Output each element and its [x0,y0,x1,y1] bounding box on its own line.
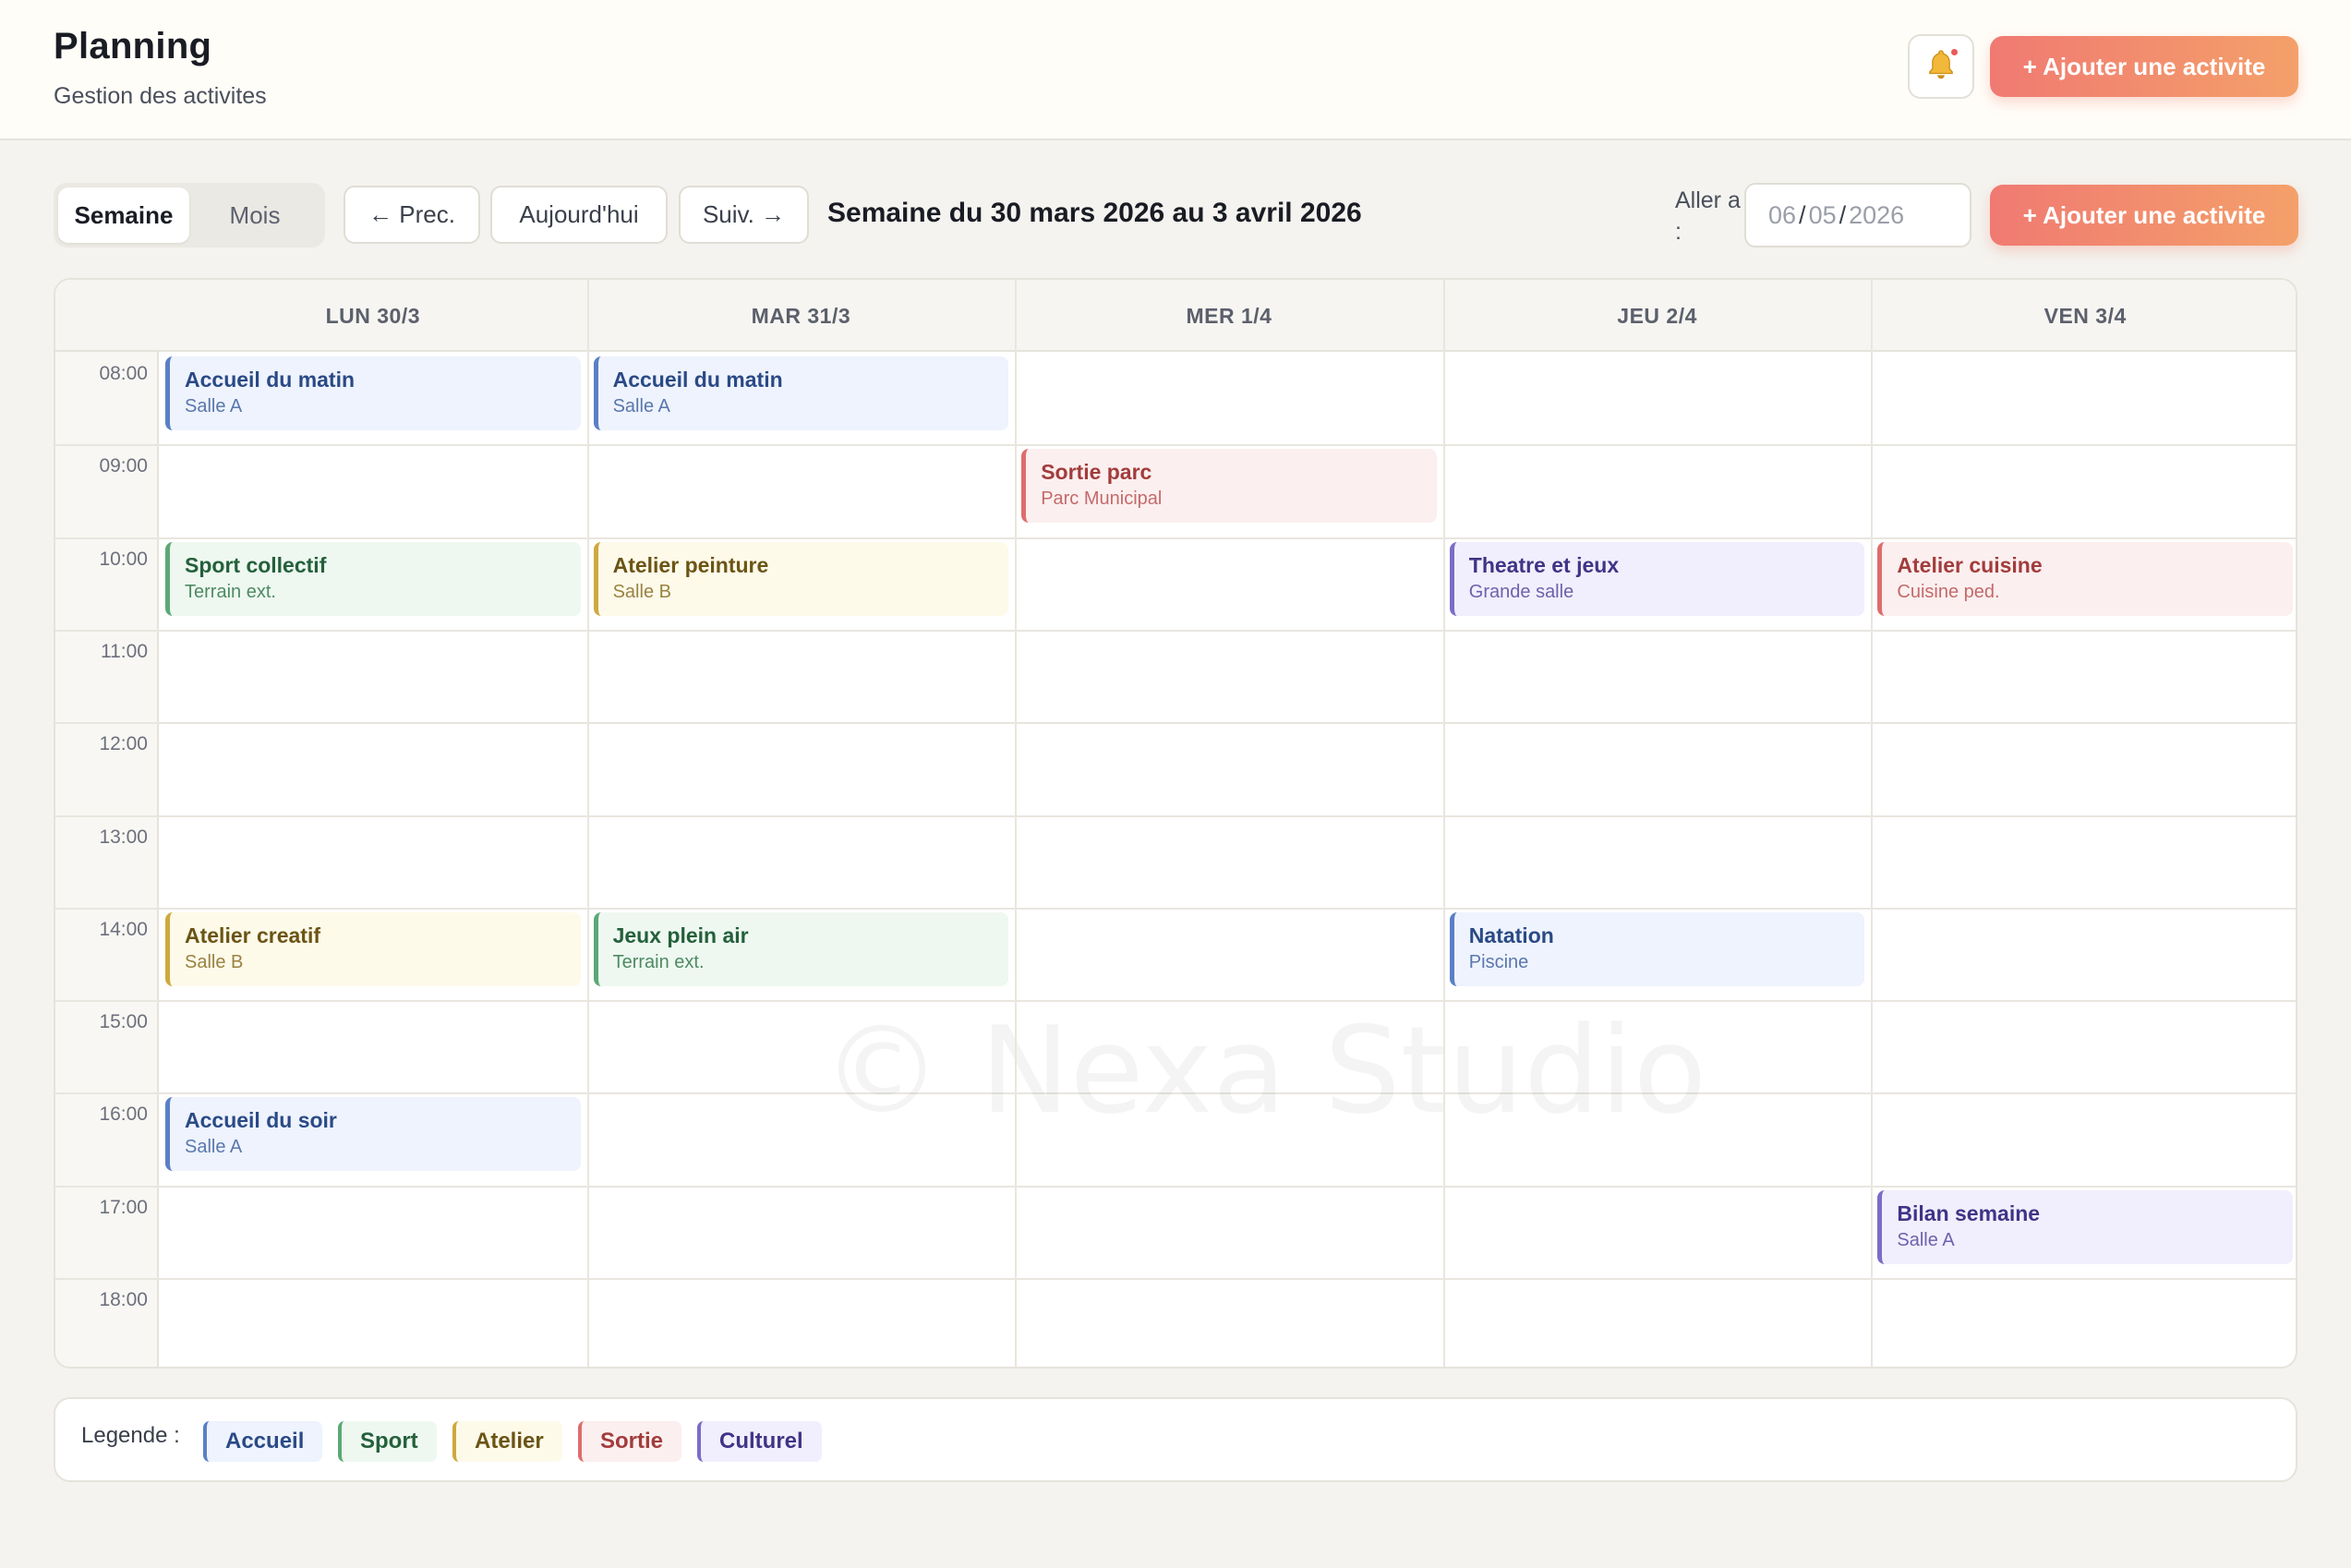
event-title: Accueil du matin [612,368,783,392]
event-title: Atelier cuisine [1897,552,2043,577]
event-location: Piscine [1468,951,1529,972]
event-card[interactable]: Jeux plein air Terrain ext. [593,911,1009,986]
event-title: Atelier creatif [185,923,321,947]
event-card[interactable]: Accueil du matin Salle A [593,356,1009,430]
event-card[interactable]: Theatre et jeux Grande salle [1449,541,1865,616]
hour-divider [55,1278,2296,1280]
event-card[interactable]: Sortie parc Parc Municipal [1021,449,1437,524]
event-title: Sport collectif [185,552,327,577]
day-header: MAR 31/3 [751,303,851,328]
time-label: 15:00 [99,1011,148,1033]
hour-divider [55,722,2296,725]
event-title: Accueil du soir [185,1108,337,1133]
column-divider [1871,280,1874,1367]
notifications-button[interactable] [1908,34,1974,99]
add-activity-button[interactable]: + Ajouter une activite [1990,185,2298,246]
legend: Legende : Accueil Sport Atelier Sortie Cultu… [54,1397,2297,1482]
hour-divider [55,1092,2296,1095]
top-header: Planning Gestion des activites + Ajouter… [0,0,2351,140]
event-card[interactable]: Bilan semaine Salle A [1877,1189,2293,1264]
event-location: Grande salle [1468,581,1574,602]
event-title: Bilan semaine [1897,1200,2041,1225]
event-card[interactable]: Atelier creatif Salle B [165,911,581,986]
event-location: Salle B [185,951,244,972]
time-label: 18:00 [99,1289,148,1310]
legend-item-culturel: Culturel [697,1421,822,1462]
date-year: 2026 [1849,200,1905,229]
event-title: Theatre et jeux [1468,552,1620,577]
goto-date-input[interactable]: 06/05/2026 [1744,183,1971,247]
event-location: Parc Municipal [1041,488,1163,510]
add-activity-button-header[interactable]: + Ajouter une activite [1990,36,2298,97]
time-label: 17:00 [99,1196,148,1218]
day-header: LUN 30/3 [325,303,421,328]
time-label: 08:00 [99,363,148,384]
time-label: 12:00 [99,733,148,755]
event-location: Salle A [612,396,670,416]
legend-item-sortie: Sortie [578,1421,682,1462]
date-month: 05 [1808,200,1837,229]
tab-month[interactable]: Mois [189,187,320,243]
date-day: 06 [1768,200,1797,229]
hour-divider [55,629,2296,632]
hour-divider [55,1185,2296,1188]
goto-date-label: Aller a : [1675,187,1741,245]
event-card[interactable]: Atelier peinture Salle B [593,541,1009,616]
today-button[interactable]: Aujourd'hui [490,186,668,244]
time-label: 09:00 [99,455,148,477]
column-divider [1442,280,1445,1367]
time-column: 08:00 09:00 10:00 11:00 12:00 13:00 14:00 15:00… [55,352,159,1367]
event-title: Natation [1468,923,1554,947]
day-header: JEU 2/4 [1617,303,1697,328]
page-subtitle: Gestion des activites [54,83,267,109]
page-title: Planning [54,26,212,66]
event-location: Cuisine ped. [1897,581,2000,602]
hour-divider [55,537,2296,539]
event-location: Salle A [185,396,243,416]
tab-week[interactable]: Semaine [58,187,189,243]
hour-divider [55,814,2296,817]
column-divider [1015,280,1018,1367]
day-header: MER 1/4 [1186,303,1272,328]
time-label: 16:00 [99,1104,148,1126]
day-header: VEN 3/4 [2044,303,2127,328]
time-label: 14:00 [99,918,148,940]
legend-item-sport: Sport [338,1421,437,1462]
hour-divider [55,907,2296,910]
event-title: Sortie parc [1041,460,1152,485]
event-card[interactable]: Accueil du matin Salle A [165,356,581,430]
watermark: © Nexa Studio [822,1000,1706,1140]
event-location: Terrain ext. [612,951,705,972]
column-divider [586,280,589,1367]
legend-item-accueil: Accueil [203,1421,323,1462]
event-title: Atelier peinture [612,552,769,577]
view-toggle: Semaine Mois [54,183,325,247]
hour-divider [55,1000,2296,1003]
event-card[interactable]: Sport collectif Terrain ext. [165,541,581,616]
notification-dot [1951,49,1958,55]
week-range-title: Semaine du 30 mars 2026 au 3 avril 2026 [827,198,1362,228]
event-card[interactable]: Atelier cuisine Cuisine ped. [1877,541,2293,616]
event-card[interactable]: Natation Piscine [1449,911,1865,986]
prev-week-button[interactable]: ← Prec. [344,186,480,244]
legend-label: Legende : [81,1423,180,1448]
hour-divider [55,444,2296,447]
calendar-header: LUN 30/3 MAR 31/3 MER 1/4 JEU 2/4 VEN 3/4 [55,280,2296,352]
event-location: Salle B [612,581,671,602]
event-location: Terrain ext. [185,581,276,602]
time-label: 13:00 [99,826,148,848]
event-title: Jeux plein air [612,923,749,947]
event-card[interactable]: Accueil du soir Salle A [165,1097,581,1172]
event-title: Accueil du matin [185,368,356,392]
time-label: 11:00 [101,640,148,662]
time-label: 10:00 [99,548,148,570]
legend-item-atelier: Atelier [452,1421,562,1462]
next-week-button[interactable]: Suiv. → [679,186,809,244]
event-location: Salle A [1897,1229,1955,1250]
event-location: Salle A [185,1137,243,1158]
week-calendar: LUN 30/3 MAR 31/3 MER 1/4 JEU 2/4 VEN 3/4 08… [54,278,2297,1369]
